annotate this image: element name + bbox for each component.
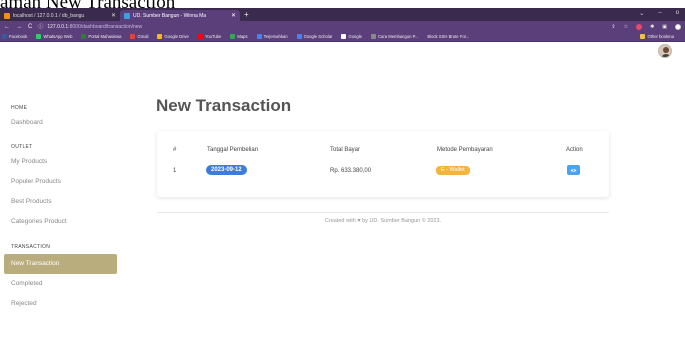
window-controls: ⌄ – o [639,10,679,17]
extension-icon[interactable] [636,23,643,30]
bookmark-label: Terjemahkan [263,34,288,39]
bookmark-translate[interactable]: Terjemahkan [256,34,288,39]
sidepanel-icon[interactable]: ▣ [662,24,667,30]
bookmark-drive[interactable]: Google Drive [157,34,189,39]
payment-method-badge: E - Wallet [436,166,470,175]
bookmark-label: Google Drive [164,34,189,39]
column-header-number: # [173,147,177,153]
browser-window: localhost / 127.0.0.1 / db_bangu ✕ UD. S… [0,8,685,42]
column-header-method: Metode Pembayaran [437,147,493,153]
bookmark-label: YouTube [204,34,222,39]
row-number: 1 [173,168,177,174]
phpmyadmin-icon [4,12,10,19]
tab-title: localhost / 127.0.0.1 / db_bangu [13,12,85,19]
bookmark-star-icon[interactable]: ☆ [624,24,628,30]
reload-button[interactable]: C [28,24,32,30]
toolbar-right: ⇪ ☆ ✱ ▣ [611,23,681,30]
user-avatar[interactable] [658,44,672,58]
sidebar-item-my-products[interactable]: My Products [0,152,130,172]
sidebar-item-new-transaction[interactable]: New Transaction [4,254,117,274]
bookmark-maps[interactable]: Maps [230,34,248,39]
bookmark-ssh[interactable]: Block SSH Brute For... [427,34,469,39]
tab-active-app[interactable]: UD. Sumber Bangun - Winna Ma ✕ [120,10,240,21]
bookmark-label: Cara Membangun P... [377,34,419,39]
share-icon[interactable]: ⇪ [611,24,615,30]
url-path: :8000/dashboard/transaction/new [68,23,143,30]
sidebar-item-populer-products[interactable]: Populer Products [0,172,130,192]
page-icon [370,34,376,39]
bookmark-label: Portal Mahasiswa [88,34,122,39]
restore-button[interactable]: o [676,10,679,17]
close-tab-icon[interactable]: ✕ [111,12,116,19]
page-title: New Transaction [156,96,292,115]
column-header-date: Tanggal Pembelian [207,147,259,153]
url-field[interactable]: 127.0.0.1:8000/dashboard/transaction/new [47,24,142,30]
minimize-button[interactable]: – [658,10,661,17]
bookmark-label: Facebook [9,34,28,39]
bookmark-gmail[interactable]: Gmail [130,34,148,39]
transactions-table-card: # Tanggal Pembelian Total Bayar Metode P… [157,131,609,197]
tab-strip: localhost / 127.0.0.1 / db_bangu ✕ UD. S… [0,8,685,21]
tab-title: UD. Sumber Bangun - Winna Ma [133,12,207,19]
back-button[interactable]: ← [4,24,10,30]
google-icon [341,34,347,39]
new-tab-button[interactable]: + [244,10,249,19]
forward-button[interactable]: → [16,24,22,30]
sidebar: HOME Dashboard OUTLET My Products Popule… [0,105,130,314]
bookmark-label: Google Scholar [303,34,333,39]
youtube-icon [197,34,203,39]
app-favicon-icon [124,12,130,19]
maps-icon [230,34,236,39]
translate-icon [256,34,262,39]
tab-search-button[interactable]: ⌄ [639,10,644,17]
date-badge: 2023-09-12 [206,165,247,175]
close-tab-icon[interactable]: ✕ [231,12,236,19]
bookmark-portal[interactable]: Portal Mahasiswa [81,34,121,39]
extensions-puzzle-icon[interactable]: ✱ [650,24,654,30]
column-header-total: Total Bayar [330,147,361,153]
bookmark-label: Block SSH Brute For... [427,34,470,39]
sidebar-heading-transaction: TRANSACTION [11,244,51,250]
bookmark-label: WhatsApp Web [43,34,73,39]
bookmark-label: Google [348,34,362,39]
sidebar-item-completed[interactable]: Completed [0,274,130,294]
bookmark-scholar[interactable]: Google Scholar [296,34,333,39]
whatsapp-icon [36,34,42,39]
bookmark-label: Gmail [137,34,149,39]
url-host: 127.0.0.1 [47,23,69,30]
bookmarks-bar: Facebook WhatsApp Web Portal Mahasiswa G… [0,32,685,42]
profile-icon[interactable] [675,23,681,30]
page-footer: Created with ♥ by UD. Sumber Bangun © 20… [157,212,609,224]
column-header-action: Action [566,147,583,153]
sidebar-item-rejected[interactable]: Rejected [0,294,130,314]
bookmark-whatsapp[interactable]: WhatsApp Web [36,34,72,39]
total-amount: Rp. 633.380,00 [330,168,372,174]
bookmark-cara[interactable]: Cara Membangun P... [370,34,419,39]
facebook-icon [2,34,7,39]
bookmark-facebook[interactable]: Facebook [2,34,27,39]
bookmark-google[interactable]: Google [341,34,362,39]
drive-icon [157,34,163,39]
scholar-icon [296,34,302,39]
sidebar-item-dashboard[interactable]: Dashboard [0,117,130,129]
eye-icon [570,168,577,172]
portal-icon [81,34,87,39]
gmail-icon [130,34,136,39]
folder-icon [640,34,646,39]
view-transaction-button[interactable] [567,165,580,175]
sidebar-heading-home: HOME [11,105,28,111]
bookmark-label: Other bookma [647,34,674,39]
tab-phpmyadmin[interactable]: localhost / 127.0.0.1 / db_bangu ✕ [0,10,120,21]
address-bar: ← → C ⓘ 127.0.0.1:8000/dashboard/transac… [0,21,685,32]
bookmark-label: Maps [237,34,248,39]
other-bookmarks[interactable]: Other bookma [640,34,674,39]
sidebar-item-categories-product[interactable]: Categories Product [0,212,130,232]
site-info-icon[interactable]: ⓘ [38,23,43,30]
sidebar-item-best-products[interactable]: Best Products [0,192,130,212]
sidebar-heading-outlet: OUTLET [11,144,33,150]
bookmark-youtube[interactable]: YouTube [197,34,222,39]
